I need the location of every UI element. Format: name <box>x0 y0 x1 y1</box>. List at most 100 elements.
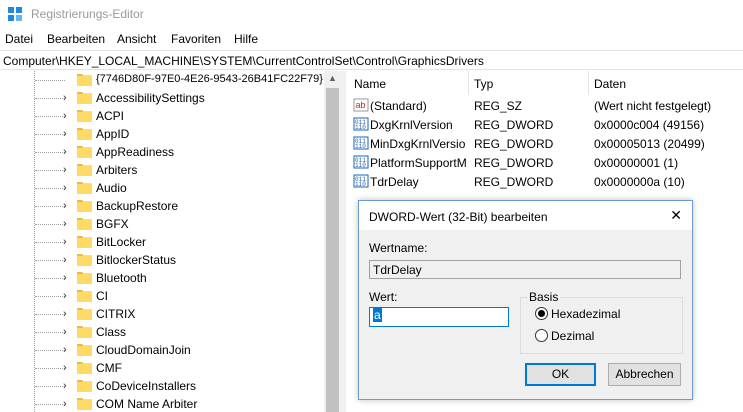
hex-radio-label[interactable]: Hexadezimal <box>551 307 620 321</box>
close-icon[interactable]: ✕ <box>670 207 682 224</box>
tree-item[interactable]: › CMF <box>0 359 330 377</box>
column-data[interactable]: Daten <box>594 77 626 91</box>
tree-item[interactable]: › BitlockerStatus <box>0 251 330 269</box>
chevron-right-icon[interactable]: › <box>63 146 67 158</box>
value-type: REG_DWORD <box>474 137 554 151</box>
menu-ansicht[interactable]: Ansicht <box>117 32 156 46</box>
tree-item-label[interactable]: CITRIX <box>96 307 135 321</box>
tree-item[interactable]: › CoDeviceInstallers <box>0 377 330 395</box>
address-path[interactable]: Computer\HKEY_LOCAL_MACHINE\SYSTEM\Curre… <box>3 54 484 68</box>
menu-bearbeiten[interactable]: Bearbeiten <box>47 32 105 46</box>
chevron-right-icon[interactable]: › <box>63 290 67 302</box>
menu-datei[interactable]: Datei <box>5 32 33 46</box>
value-name[interactable]: MinDxgKrnlVersion <box>370 137 466 151</box>
value-row[interactable]: 011 110 TdrDelay REG_DWORD 0x0000000a (10) <box>346 172 743 191</box>
tree-item[interactable]: › AppReadiness <box>0 143 330 161</box>
tree-item-label[interactable]: Audio <box>96 181 127 195</box>
menu-hilfe[interactable]: Hilfe <box>234 32 258 46</box>
menu-favoriten[interactable]: Favoriten <box>171 32 221 46</box>
chevron-right-icon[interactable]: › <box>63 254 67 266</box>
value-name[interactable]: DxgKrnlVersion <box>370 118 466 132</box>
value-name[interactable]: PlatformSupportMiracast <box>370 156 466 170</box>
hex-radio[interactable] <box>535 307 548 320</box>
tree-item-label[interactable]: CI <box>96 289 108 303</box>
column-name[interactable]: Name <box>354 77 386 91</box>
column-divider[interactable] <box>468 71 469 95</box>
chevron-right-icon[interactable]: › <box>63 110 67 122</box>
chevron-right-icon[interactable]: › <box>63 272 67 284</box>
tree-scroll-thumb[interactable] <box>326 88 339 412</box>
tree-connector <box>35 188 65 189</box>
tree-item-label[interactable]: AppID <box>96 127 129 141</box>
value-row[interactable]: ab (Standard) REG_SZ (Wert nicht festgelegt… <box>346 96 743 115</box>
key-tree[interactable]: {7746D80F-97E0-4E26-9543-26B41FC22F79} › A… <box>0 71 341 412</box>
tree-item[interactable]: › Audio <box>0 179 330 197</box>
value-row[interactable]: 011 110 MinDxgKrnlVersion REG_DWORD 0x000050… <box>346 134 743 153</box>
tree-item[interactable]: › CloudDomainJoin <box>0 341 330 359</box>
chevron-right-icon[interactable]: › <box>63 92 67 104</box>
value-row[interactable]: 011110PlatformSupportMiracast REG_DWORD 0x… <box>346 153 743 172</box>
chevron-right-icon[interactable]: › <box>63 218 67 230</box>
tree-item[interactable]: › Arbiters <box>0 161 330 179</box>
chevron-right-icon[interactable]: › <box>63 326 67 338</box>
chevron-right-icon[interactable]: › <box>63 380 67 392</box>
tree-item[interactable]: › BGFX <box>0 215 330 233</box>
tree-item[interactable]: › BitLocker <box>0 233 330 251</box>
tree-item-label[interactable]: Class <box>96 325 126 339</box>
chevron-right-icon[interactable]: › <box>63 182 67 194</box>
tree-item-label[interactable]: BitLocker <box>96 235 146 249</box>
tree-item[interactable]: › COM Name Arbiter <box>0 395 330 412</box>
tree-item-label[interactable]: AccessibilitySettings <box>96 91 205 105</box>
tree-connector <box>35 170 65 171</box>
svg-text:ab: ab <box>356 100 366 110</box>
tree-item[interactable]: › Bluetooth <box>0 269 330 287</box>
chevron-right-icon[interactable]: › <box>63 200 67 212</box>
chevron-right-icon[interactable]: › <box>63 362 67 374</box>
tree-item-label[interactable]: Bluetooth <box>96 271 147 285</box>
tree-item-label[interactable]: BGFX <box>96 217 129 231</box>
tree-item[interactable]: › CITRIX <box>0 305 330 323</box>
tree-item[interactable]: › CI <box>0 287 330 305</box>
cancel-button[interactable]: Abbrechen <box>608 363 681 386</box>
tree-item-label[interactable]: ACPI <box>96 109 124 123</box>
tree-item-label[interactable]: CMF <box>96 361 122 375</box>
tree-item-label[interactable]: BitlockerStatus <box>96 253 176 267</box>
dec-radio[interactable] <box>535 329 548 342</box>
chevron-right-icon[interactable]: › <box>63 344 67 356</box>
dec-radio-label[interactable]: Dezimal <box>551 329 594 343</box>
title-bar: Registrierungs-Editor <box>0 0 743 28</box>
tree-item-label[interactable]: COM Name Arbiter <box>96 397 197 411</box>
tree-item[interactable]: › AppID <box>0 125 330 143</box>
tree-item-label[interactable]: Arbiters <box>96 163 137 177</box>
chevron-right-icon[interactable]: › <box>63 236 67 248</box>
scroll-up-button[interactable]: ▲ <box>324 71 341 88</box>
value-name[interactable]: TdrDelay <box>370 175 466 189</box>
tree-item-label[interactable]: {7746D80F-97E0-4E26-9543-26B41FC22F79} <box>96 73 323 85</box>
column-divider[interactable] <box>588 71 589 95</box>
tree-item-label[interactable]: BackupRestore <box>96 199 178 213</box>
tree-connector <box>35 314 65 315</box>
tree-item[interactable]: › BackupRestore <box>0 197 330 215</box>
chevron-right-icon[interactable]: › <box>63 398 67 410</box>
tree-item-label[interactable]: CoDeviceInstallers <box>96 379 196 393</box>
tree-connector <box>35 386 65 387</box>
address-bar[interactable]: Computer\HKEY_LOCAL_MACHINE\SYSTEM\Curre… <box>0 50 743 70</box>
chevron-right-icon[interactable]: › <box>63 128 67 140</box>
tree-item-label[interactable]: AppReadiness <box>96 145 174 159</box>
tree-item[interactable]: › AccessibilitySettings <box>0 89 330 107</box>
chevron-right-icon[interactable]: › <box>63 308 67 320</box>
chevron-right-icon[interactable]: › <box>63 164 67 176</box>
tree-item[interactable]: {7746D80F-97E0-4E26-9543-26B41FC22F79} <box>0 71 330 89</box>
value-data-text[interactable]: a <box>373 308 382 322</box>
value-name[interactable]: (Standard) <box>370 99 466 113</box>
tree-item-label[interactable]: CloudDomainJoin <box>96 343 191 357</box>
tree-item[interactable]: › Class <box>0 323 330 341</box>
ok-button[interactable]: OK <box>525 363 596 386</box>
value-data-input[interactable]: a <box>369 307 509 327</box>
folder-icon <box>77 218 92 230</box>
chevron-up-icon: ▲ <box>328 73 337 83</box>
column-type[interactable]: Typ <box>474 77 493 91</box>
tree-item[interactable]: › ACPI <box>0 107 330 125</box>
tree-connector <box>35 278 65 279</box>
value-row[interactable]: 011 110 DxgKrnlVersion REG_DWORD 0x0000c004 … <box>346 115 743 134</box>
